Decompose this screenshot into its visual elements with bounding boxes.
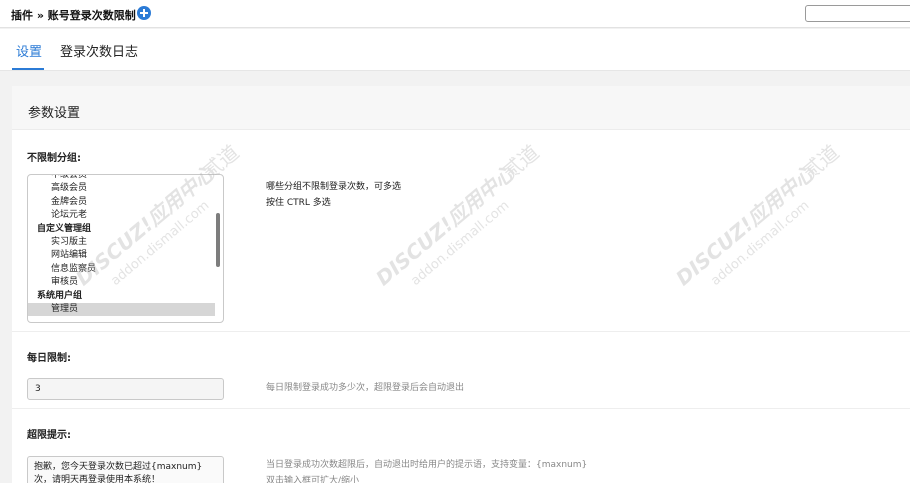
over-limit-message-textarea[interactable]: 抱歉，您今天登录次数已超过{maxnum} 次，请明天再登录使用本系统！ (27, 456, 224, 483)
panel-title: 参数设置 (28, 106, 81, 121)
group-option[interactable]: 管理员 (28, 302, 215, 317)
group-option[interactable]: 网站编辑 (28, 249, 223, 262)
panel-header: 参数设置 (12, 86, 910, 130)
active-tab-indicator (12, 68, 44, 70)
divider (12, 408, 910, 409)
over-limit-hint-dblclick: 双击输入框可扩大/缩小 (266, 476, 360, 483)
daily-limit-hint: 每日限制登录成功多少次，超限登录后会自动退出 (266, 383, 465, 393)
group-option[interactable]: 信息监察员 (28, 263, 223, 276)
over-limit-hint: 当日登录成功次数超限后，自动退出时给用户的提示语，支持变量：{maxnum} (266, 460, 588, 470)
search-input[interactable] (805, 5, 910, 22)
group-option[interactable]: 中级会员 (28, 175, 223, 182)
settings-panel: 参数设置 不限制分组: 中级会员 高级会员 金牌会员 论坛元老 自定义管理组实习版主 网站… (12, 86, 910, 483)
tab-settings[interactable]: 设置 (16, 41, 42, 60)
group-option[interactable]: 审核员 (28, 276, 223, 289)
divider (12, 331, 910, 332)
daily-limit-label: 每日限制: (27, 353, 71, 364)
option-group-header: 自定义管理组 (37, 223, 92, 234)
tab-login-log[interactable]: 登录次数日志 (60, 41, 138, 60)
group-option[interactable]: 论坛元老 (28, 209, 223, 222)
top-bar: 插件 » 账号登录次数限制 (0, 0, 910, 28)
breadcrumb: 插件 » 账号登录次数限制 (11, 9, 136, 22)
groups-hint: 哪些分组不限制登录次数，可多选 (266, 182, 402, 192)
tab-bar: 设置 登录次数日志 (0, 29, 910, 71)
daily-limit-input[interactable]: 3 (27, 378, 224, 400)
group-option[interactable]: 高级会员 (28, 182, 223, 195)
group-option[interactable]: 实习版主 (28, 236, 223, 249)
plus-circle-icon[interactable] (137, 6, 151, 20)
group-option[interactable]: 金牌会员 (28, 196, 223, 209)
groups-option-list: 中级会员 高级会员 金牌会员 论坛元老 自定义管理组实习版主 网站编辑 信息监察员 审核员 系统… (28, 175, 223, 317)
over-limit-message-line: 抱歉，您今天登录次数已超过{maxnum} (34, 462, 203, 472)
listbox-scrollbar[interactable] (216, 213, 220, 267)
option-group-header: 系统用户组 (37, 290, 83, 301)
unlimited-groups-select[interactable]: 中级会员 高级会员 金牌会员 论坛元老 自定义管理组实习版主 网站编辑 信息监察员 审核员 系统… (27, 174, 224, 323)
groups-hint-ctrl: 按住 CTRL 多选 (266, 198, 331, 208)
groups-label: 不限制分组: (27, 153, 81, 164)
over-limit-message-line: 次，请明天再登录使用本系统！ (34, 475, 161, 483)
over-limit-label: 超限提示: (27, 430, 71, 441)
